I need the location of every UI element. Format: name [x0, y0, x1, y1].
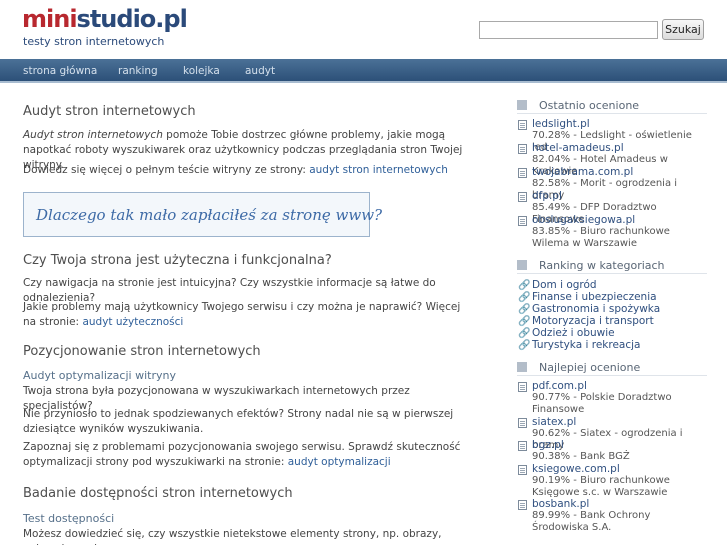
- banner-text: Dlaczego tak mało zapłaciłeś za stronę w…: [36, 206, 383, 224]
- best-site-desc: 90.38% - Bank BGŻ: [532, 451, 630, 462]
- more-text: Dowiedz się więcej o pełnym teście witry…: [23, 164, 310, 176]
- document-icon: [518, 418, 527, 428]
- recent-site-link[interactable]: twojabrama.com.pl: [532, 166, 633, 178]
- section-seo-title: Pozycjonowanie stron internetowych: [23, 344, 261, 359]
- document-icon: [518, 144, 527, 154]
- best-site-desc: 90.19% - Biuro rachunkowe Księgowe s.c. …: [532, 475, 670, 498]
- category-link[interactable]: Finanse i ubezpieczenia: [532, 291, 657, 303]
- main-nav: strona główna ranking kolejka audyt: [0, 59, 727, 83]
- usability-paragraph-2: Jakie problemy mają użytkownicy Twojego …: [23, 300, 463, 330]
- accessibility-paragraph-1: Możesz dowiedzieć się, czy wszystkie nie…: [23, 528, 442, 545]
- recent-site-link[interactable]: ledslight.pl: [532, 118, 590, 130]
- link-icon: 🔗: [518, 304, 531, 315]
- recent-site-desc: 83.85% - Biuro rachunkowe Wilema w Warsz…: [532, 226, 670, 249]
- document-icon: [518, 120, 527, 130]
- category-link[interactable]: Odzież i obuwie: [532, 327, 615, 339]
- document-icon: [518, 192, 527, 202]
- logo-tagline: testy stron internetowych: [23, 35, 165, 48]
- page-title: Audyt stron internetowych: [23, 104, 196, 119]
- best-site-link[interactable]: ksiegowe.com.pl: [532, 463, 620, 475]
- logo-studio-text: studio.pl: [76, 5, 188, 33]
- section-accessibility-subtitle: Test dostępności: [23, 512, 115, 525]
- best-site-link[interactable]: bgz.pl: [532, 439, 564, 451]
- document-icon: [518, 441, 527, 451]
- nav-item-home[interactable]: strona główna: [23, 65, 97, 77]
- intro-emphasis: Audyt stron internetowych: [23, 129, 163, 141]
- nav-item-queue[interactable]: kolejka: [183, 65, 220, 77]
- link-icon: 🔗: [518, 340, 531, 351]
- best-box-title: Najlepiej ocenione: [539, 361, 641, 374]
- link-icon: 🔗: [518, 328, 531, 339]
- recent-box-header: Ostatnio ocenione: [517, 98, 707, 114]
- best-site-desc: 90.77% - Polskie Doradztwo Finansowe: [532, 392, 672, 415]
- category-link[interactable]: Motoryzacja i transport: [532, 315, 654, 327]
- box-bullet-icon: [517, 362, 527, 372]
- section-accessibility-title: Badanie dostępności stron internetowych: [23, 486, 293, 501]
- document-icon: [518, 216, 527, 226]
- category-link[interactable]: Gastronomia i spożywka: [532, 303, 660, 315]
- section-seo-subtitle: Audyt optymalizacji witryny: [23, 369, 176, 382]
- site-logo[interactable]: ministudio.pl testy stron internetowych: [22, 5, 188, 48]
- seo-paragraph-2: Nie przyniosło to jednak spodziewanych e…: [23, 408, 454, 435]
- seo-link[interactable]: audyt optymalizacji: [288, 456, 391, 468]
- link-icon: 🔗: [518, 280, 531, 291]
- best-site-link[interactable]: pdf.com.pl: [532, 380, 587, 392]
- nav-item-audit[interactable]: audyt: [245, 65, 275, 77]
- section-usability-title: Czy Twoja strona jest użyteczna i funkcj…: [23, 253, 332, 268]
- best-site-link[interactable]: bosbank.pl: [532, 498, 589, 510]
- recent-site-link[interactable]: hotel-amadeus.pl: [532, 142, 624, 154]
- more-paragraph: Dowiedz się więcej o pełnym teście witry…: [23, 163, 463, 178]
- usability-link[interactable]: audyt użyteczności: [82, 316, 183, 328]
- recent-site-link[interactable]: obslugaksiegowa.pl: [532, 214, 635, 226]
- recent-box-title: Ostatnio ocenione: [539, 99, 640, 112]
- best-site-link[interactable]: siatex.pl: [532, 416, 576, 428]
- best-site-desc: 89.99% - Bank Ochrony Środowiska S.A.: [532, 510, 651, 533]
- box-bullet-icon: [517, 100, 527, 110]
- search-button[interactable]: Szukaj: [662, 19, 704, 40]
- document-icon: [518, 500, 527, 510]
- best-box-header: Najlepiej ocenione: [517, 360, 707, 376]
- seo-paragraph-3: Zapoznaj się z problemami pozycjonowania…: [23, 440, 463, 470]
- categories-box-header: Ranking w kategoriach: [517, 258, 707, 274]
- recent-site-link[interactable]: dfp.pl: [532, 190, 562, 202]
- seo-text: Zapoznaj się z problemami pozycjonowania…: [23, 441, 461, 468]
- category-link[interactable]: Dom i ogród: [532, 279, 597, 291]
- document-icon: [518, 168, 527, 178]
- category-link[interactable]: Turystyka i rekreacja: [532, 339, 640, 351]
- link-icon: 🔗: [518, 316, 531, 327]
- document-icon: [518, 465, 527, 475]
- logo-mini-text: mini: [22, 5, 78, 33]
- header: ministudio.pl testy stron internetowych …: [0, 0, 727, 58]
- nav-item-ranking[interactable]: ranking: [118, 65, 158, 77]
- logo-wordmark: ministudio.pl: [22, 5, 188, 33]
- search-input[interactable]: [479, 21, 658, 39]
- categories-box-title: Ranking w kategoriach: [539, 259, 665, 272]
- document-icon: [518, 382, 527, 392]
- box-bullet-icon: [517, 260, 527, 270]
- audit-link[interactable]: audyt stron internetowych: [309, 164, 448, 176]
- promo-banner[interactable]: Dlaczego tak mało zapłaciłeś za stronę w…: [23, 192, 382, 237]
- link-icon: 🔗: [518, 292, 531, 303]
